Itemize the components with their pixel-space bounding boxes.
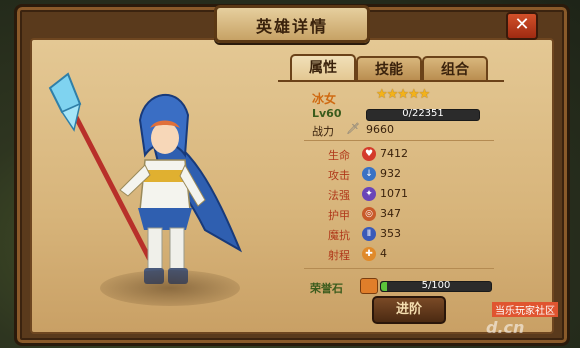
title-plate: 英雄详情 (214, 5, 370, 43)
stat-value-spell-power: 1071 (380, 187, 408, 200)
sword-down-icon: ↓ (362, 167, 376, 181)
stat-label-magic-resist: 魔抗 (328, 229, 350, 242)
shield-icon: ◎ (362, 207, 376, 221)
close-button[interactable]: ✕ (506, 12, 538, 40)
sword-icon: 🗡 (346, 122, 360, 135)
close-icon: ✕ (514, 14, 530, 35)
tab-attributes[interactable]: 属性 (290, 54, 356, 82)
tab-skills[interactable]: 技能 (356, 56, 422, 82)
watermark-domain: d.cn (486, 318, 525, 337)
stat-label-armor: 护甲 (328, 209, 350, 222)
watermark-site: 当乐玩家社区 (492, 302, 558, 317)
advance-button[interactable]: 进阶 (372, 296, 446, 324)
honor-stone-icon (360, 278, 378, 294)
honor-progress-bar: 5/100 (380, 280, 492, 292)
stat-label-spell-power: 法强 (328, 189, 350, 202)
exp-bar: 0/22351 (366, 108, 480, 121)
hero-name: 冰女 (312, 92, 337, 106)
divider (304, 140, 494, 141)
stat-value-armor: 347 (380, 207, 401, 220)
stat-value-attack: 932 (380, 167, 401, 180)
star-rating: ★★★★★ (376, 87, 430, 102)
divider (304, 268, 494, 269)
stat-value-hp: 7412 (380, 147, 408, 160)
magic-resist-icon: Ⅱ (362, 227, 376, 241)
stat-value-magic-resist: 353 (380, 227, 401, 240)
attributes-card: 冰女 ★★★★★ Lv60 0/22351 战力 🗡 9660 生命 ♥ 741… (278, 80, 504, 328)
hero-info-panel: 属性 技能 组合 冰女 ★★★★★ Lv60 0/22351 战力 🗡 9660… (278, 54, 504, 328)
exp-text: 0/22351 (402, 108, 444, 119)
stat-value-range: 4 (380, 247, 387, 260)
hero-level: Lv60 (312, 107, 342, 120)
hero-shadow (100, 270, 240, 306)
heart-icon: ♥ (362, 147, 376, 161)
stat-label-range: 射程 (328, 249, 350, 262)
range-icon: ✚ (362, 247, 376, 261)
honor-progress-text: 5/100 (421, 280, 451, 291)
stat-label-attack: 攻击 (328, 169, 350, 182)
power-value: 9660 (366, 123, 394, 136)
magic-icon: ✦ (362, 187, 376, 201)
watermark: 当乐玩家社区 d.cn (452, 300, 576, 344)
stat-label-hp: 生命 (328, 149, 350, 162)
power-label: 战力 (312, 125, 334, 138)
hero-portrait (40, 60, 270, 310)
honor-stone-label: 荣誉石 (310, 282, 343, 295)
tab-combo[interactable]: 组合 (422, 56, 488, 82)
dialog-title: 英雄详情 (255, 17, 328, 36)
